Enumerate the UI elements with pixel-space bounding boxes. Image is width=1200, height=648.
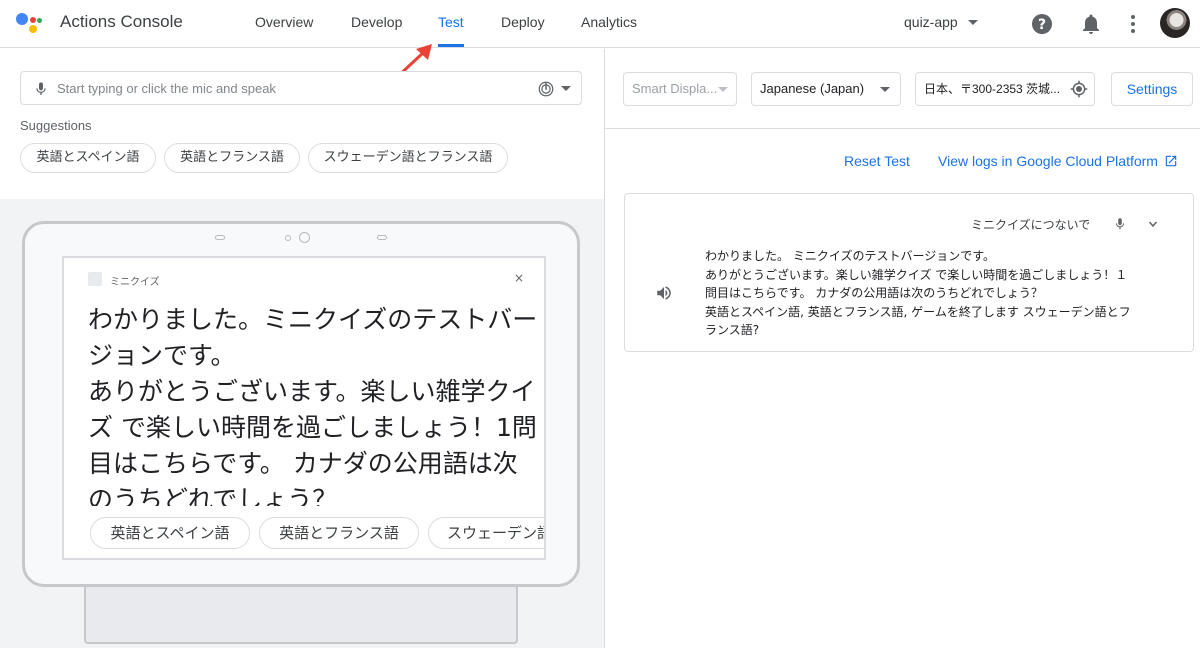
assistant-logo-icon <box>16 11 42 35</box>
mic-icon <box>1115 218 1125 230</box>
device-suggestion-chip[interactable]: スウェーデン語 <box>428 517 544 549</box>
query-input[interactable] <box>57 78 527 98</box>
avatar[interactable] <box>1160 8 1190 38</box>
active-tab-indicator <box>438 44 464 47</box>
location-value: 日本、〒300-2353 茨城... <box>924 82 1061 96</box>
top-app-bar: Actions Console Overview Develop Test De… <box>0 0 1200 48</box>
response-line: 問目はこちらです。 カナダの公用語は次のうちどれでしょう？ <box>705 286 1043 300</box>
conversation-card: ミニクイズにつないで わかりました。 ミニクイズのテストバージョンです。 ありが… <box>624 193 1194 352</box>
volume-icon[interactable] <box>655 284 673 302</box>
my-location-icon[interactable] <box>1070 80 1088 98</box>
chevron-down-icon[interactable] <box>968 20 978 25</box>
surface-select-value: Smart Displa... <box>632 81 718 96</box>
open-in-new-icon[interactable] <box>1164 154 1178 168</box>
chevron-down-icon[interactable] <box>561 86 571 91</box>
sensor-icon <box>215 235 225 240</box>
notifications-icon[interactable] <box>1079 12 1103 36</box>
response-line: 英語とスペイン語, 英語とフランス語, ゲームを終了します スウェーデン語とフ <box>705 304 1131 319</box>
close-icon[interactable]: × <box>514 271 524 285</box>
help-icon[interactable]: ? <box>1030 12 1054 36</box>
sensor-icon <box>377 235 387 240</box>
expand-more-icon[interactable] <box>1146 218 1160 230</box>
simulator-output-pane: Smart Displa... Japanese (Japan) 日本、〒300… <box>605 49 1200 648</box>
device-suggestion-chip[interactable]: 英語とフランス語 <box>259 517 419 549</box>
app-title: Actions Console <box>60 12 183 31</box>
tab-analytics[interactable]: Analytics <box>581 14 637 30</box>
chevron-down-icon[interactable] <box>718 87 728 92</box>
device-suggestion-chip[interactable]: 英語とスペイン語 <box>90 517 250 549</box>
tab-overview[interactable]: Overview <box>255 14 313 30</box>
language-select[interactable]: Japanese (Japan) <box>751 72 901 106</box>
tab-deploy[interactable]: Deploy <box>501 14 545 30</box>
suggestion-chip[interactable]: 英語とスペイン語 <box>20 143 156 173</box>
settings-button[interactable]: Settings <box>1111 72 1193 106</box>
app-icon <box>88 272 102 286</box>
view-logs-link[interactable]: View logs in Google Cloud Platform <box>938 153 1158 169</box>
device-stand <box>84 582 518 644</box>
assistant-response: わかりました。 ミニクイズのテストバージョンです。 ありがとうございます。楽しい… <box>705 247 1175 340</box>
response-line: ありがとうございます。楽しい雑学クイズ で楽しい時間を過ごしましょう！１ <box>705 267 1128 282</box>
project-selector[interactable]: quiz-app <box>904 14 958 30</box>
user-utterance: ミニクイズにつないで <box>971 218 1091 232</box>
language-select-value: Japanese (Japan) <box>760 81 865 96</box>
tab-develop[interactable]: Develop <box>351 14 402 30</box>
reset-test-link[interactable]: Reset Test <box>844 153 910 169</box>
voice-mode-icon[interactable] <box>537 80 555 98</box>
divider <box>605 128 1200 129</box>
suggestion-chip[interactable]: スウェーデン語とフランス語 <box>308 143 508 173</box>
surface-select[interactable]: Smart Displa... <box>623 72 737 106</box>
query-input-box <box>20 71 582 105</box>
device-response-text: わかりました。ミニクイズのテストバージョンです。 ありがとうございます。楽しい雑… <box>88 305 538 506</box>
mic-icon[interactable] <box>33 80 49 98</box>
response-line: わかりました。 ミニクイズのテストバージョンです。 <box>705 249 996 263</box>
location-field[interactable]: 日本、〒300-2353 茨城... <box>915 72 1095 106</box>
tab-test[interactable]: Test <box>438 14 464 30</box>
simulator-input-pane: Suggestions 英語とスペイン語 英語とフランス語 スウェーデン語とフラ… <box>0 49 604 648</box>
suggestion-chip[interactable]: 英語とフランス語 <box>164 143 300 173</box>
device-app-name: ミニクイズ <box>110 277 160 288</box>
svg-text:?: ? <box>1038 17 1046 33</box>
response-line: ランス語? <box>705 323 760 337</box>
device-screen: ミニクイズ × わかりました。ミニクイズのテストバージョンです。 ありがとうござ… <box>62 256 546 560</box>
camera-icon <box>299 232 310 243</box>
smart-display-preview: ミニクイズ × わかりました。ミニクイズのテストバージョンです。 ありがとうござ… <box>0 199 604 648</box>
sensor-icon <box>285 235 291 241</box>
more-vert-icon[interactable] <box>1121 12 1145 36</box>
device-frame: ミニクイズ × わかりました。ミニクイズのテストバージョンです。 ありがとうござ… <box>22 221 580 587</box>
chevron-down-icon[interactable] <box>880 87 890 92</box>
suggestions-label: Suggestions <box>20 118 92 133</box>
